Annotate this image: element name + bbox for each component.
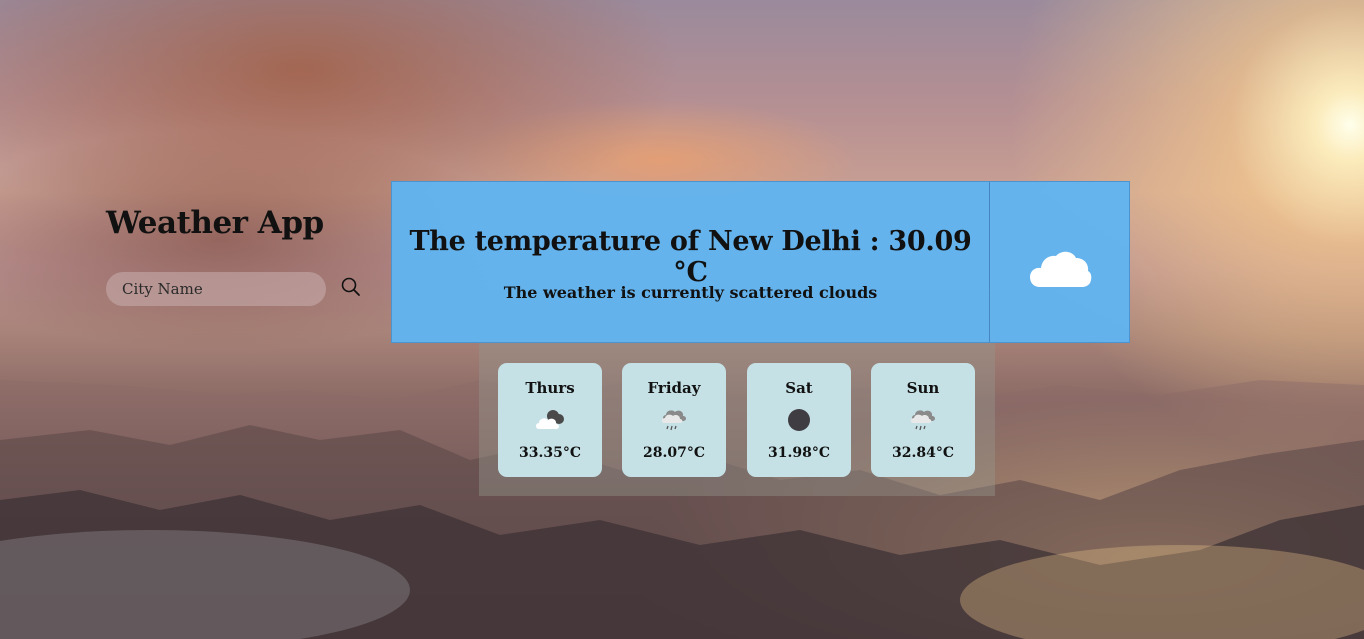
- dark-circle-icon: [788, 409, 810, 431]
- forecast-card: Thurs 33.35°C: [498, 363, 602, 477]
- weather-description: The weather is currently scattered cloud…: [503, 283, 878, 302]
- rain-cloud-icon: [910, 410, 935, 431]
- rain-cloud-icon: [661, 410, 686, 431]
- forecast-temp: 32.84°C: [892, 445, 954, 461]
- search-icon: [341, 277, 360, 296]
- forecast-day: Sat: [785, 379, 813, 397]
- search-button[interactable]: [340, 276, 362, 298]
- forecast-card: Sun 32.84°C: [871, 363, 975, 477]
- current-weather-card: The temperature of New Delhi : 30.09 °C …: [391, 181, 1130, 343]
- search-input[interactable]: [106, 272, 326, 306]
- cloud-icon: [1030, 251, 1092, 287]
- forecast-card: Friday 28.07°C: [622, 363, 726, 477]
- forecast-temp: 28.07°C: [643, 445, 705, 461]
- temperature-heading: The temperature of New Delhi : 30.09 °C: [409, 226, 972, 288]
- forecast-day: Sun: [906, 379, 940, 397]
- forecast-card: Sat 31.98°C: [747, 363, 851, 477]
- forecast-temp: 31.98°C: [768, 445, 830, 461]
- forecast-day: Friday: [647, 379, 701, 397]
- forecast-panel: Thurs 33.35°C Friday 28.07°C Sat 31.98°C…: [479, 343, 995, 496]
- forecast-day: Thurs: [525, 379, 575, 397]
- partly-cloudy-icon: [536, 410, 564, 429]
- forecast-temp: 33.35°C: [519, 445, 581, 461]
- app-title: Weather App: [106, 205, 324, 241]
- search-box: [106, 272, 326, 306]
- card-divider: [989, 182, 990, 342]
